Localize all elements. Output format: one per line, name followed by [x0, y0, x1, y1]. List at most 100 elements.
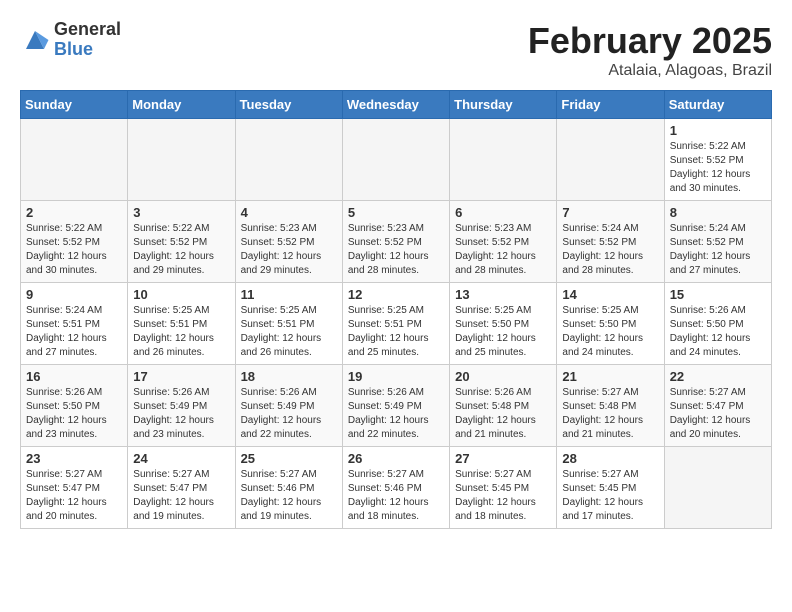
- logo-icon: [20, 25, 50, 55]
- calendar-day-cell: 22Sunrise: 5:27 AM Sunset: 5:47 PM Dayli…: [664, 365, 771, 447]
- calendar-day-cell: 23 Sunrise: 5:27 AM Sunset: 5:47 PM Dayli…: [21, 447, 128, 529]
- day-number: 20: [455, 369, 551, 384]
- calendar-week-row: 23 Sunrise: 5:27 AM Sunset: 5:47 PM Dayli…: [21, 447, 772, 529]
- day-number: 8: [670, 205, 766, 220]
- calendar-day-cell: 27Sunrise: 5:27 AM Sunset: 5:45 PM Dayli…: [450, 447, 557, 529]
- day-number: 9: [26, 287, 122, 302]
- month-title: February 2025: [528, 20, 772, 62]
- day-info: Sunrise: 5:25 AM Sunset: 5:51 PM Dayligh…: [133, 304, 229, 360]
- day-number: 21: [562, 369, 658, 384]
- day-info: Sunrise: 5:27 AM Sunset: 5:45 PM Dayligh…: [455, 468, 551, 524]
- day-info: Sunrise: 5:26 AM Sunset: 5:48 PM Dayligh…: [455, 386, 551, 442]
- weekday-header-row: SundayMondayTuesdayWednesdayThursdayFrid…: [21, 91, 772, 119]
- day-info: Sunrise: 5:27 AM Sunset: 5:46 PM Dayligh…: [348, 468, 444, 524]
- logo: General Blue: [20, 20, 121, 60]
- logo-text: General Blue: [54, 20, 121, 60]
- weekday-header: Friday: [557, 91, 664, 119]
- day-info: Sunrise: 5:27 AM Sunset: 5:48 PM Dayligh…: [562, 386, 658, 442]
- calendar-day-cell: 1 Sunrise: 5:22 AM Sunset: 5:52 PM Daylig…: [664, 119, 771, 201]
- calendar-day-cell: 16 Sunrise: 5:26 AM Sunset: 5:50 PM Dayli…: [21, 365, 128, 447]
- calendar-day-cell: 8 Sunrise: 5:24 AM Sunset: 5:52 PM Daylig…: [664, 201, 771, 283]
- calendar-day-cell: [664, 447, 771, 529]
- day-info: Sunrise: 5:24 AM Sunset: 5:52 PM Dayligh…: [670, 222, 766, 278]
- weekday-header: Sunday: [21, 91, 128, 119]
- day-info: Sunrise: 5:25 AM Sunset: 5:51 PM Dayligh…: [348, 304, 444, 360]
- day-info: Sunrise: 5:24 AM Sunset: 5:52 PM Dayligh…: [562, 222, 658, 278]
- day-number: 4: [241, 205, 337, 220]
- day-info: Sunrise: 5:24 AM Sunset: 5:51 PM Dayligh…: [26, 304, 122, 360]
- location: Atalaia, Alagoas, Brazil: [528, 62, 772, 80]
- calendar-day-cell: 20 Sunrise: 5:26 AM Sunset: 5:48 PM Dayli…: [450, 365, 557, 447]
- day-info: Sunrise: 5:26 AM Sunset: 5:49 PM Dayligh…: [133, 386, 229, 442]
- day-number: 12: [348, 287, 444, 302]
- calendar-day-cell: 4 Sunrise: 5:23 AM Sunset: 5:52 PM Daylig…: [235, 201, 342, 283]
- day-info: Sunrise: 5:22 AM Sunset: 5:52 PM Dayligh…: [670, 140, 766, 196]
- page-header: General Blue February 2025 Atalaia, Alag…: [20, 20, 772, 80]
- day-number: 1: [670, 123, 766, 138]
- day-number: 11: [241, 287, 337, 302]
- day-info: Sunrise: 5:23 AM Sunset: 5:52 PM Dayligh…: [348, 222, 444, 278]
- calendar-day-cell: [128, 119, 235, 201]
- day-number: 7: [562, 205, 658, 220]
- day-info: Sunrise: 5:26 AM Sunset: 5:49 PM Dayligh…: [241, 386, 337, 442]
- calendar-day-cell: 24Sunrise: 5:27 AM Sunset: 5:47 PM Dayli…: [128, 447, 235, 529]
- day-number: 18: [241, 369, 337, 384]
- day-number: 5: [348, 205, 444, 220]
- calendar-day-cell: 17 Sunrise: 5:26 AM Sunset: 5:49 PM Dayli…: [128, 365, 235, 447]
- day-info: Sunrise: 5:23 AM Sunset: 5:52 PM Dayligh…: [455, 222, 551, 278]
- calendar-day-cell: [235, 119, 342, 201]
- calendar-day-cell: 9 Sunrise: 5:24 AM Sunset: 5:51 PM Daylig…: [21, 283, 128, 365]
- calendar-day-cell: [557, 119, 664, 201]
- day-number: 24: [133, 451, 229, 466]
- calendar-week-row: 1 Sunrise: 5:22 AM Sunset: 5:52 PM Daylig…: [21, 119, 772, 201]
- calendar-day-cell: 2 Sunrise: 5:22 AM Sunset: 5:52 PM Daylig…: [21, 201, 128, 283]
- logo-general: General: [54, 20, 121, 40]
- day-info: Sunrise: 5:22 AM Sunset: 5:52 PM Dayligh…: [26, 222, 122, 278]
- day-info: Sunrise: 5:23 AM Sunset: 5:52 PM Dayligh…: [241, 222, 337, 278]
- calendar-day-cell: 13Sunrise: 5:25 AM Sunset: 5:50 PM Dayli…: [450, 283, 557, 365]
- calendar-day-cell: 21 Sunrise: 5:27 AM Sunset: 5:48 PM Dayli…: [557, 365, 664, 447]
- calendar-day-cell: 12 Sunrise: 5:25 AM Sunset: 5:51 PM Dayli…: [342, 283, 449, 365]
- day-info: Sunrise: 5:26 AM Sunset: 5:49 PM Dayligh…: [348, 386, 444, 442]
- day-info: Sunrise: 5:27 AM Sunset: 5:47 PM Dayligh…: [26, 468, 122, 524]
- weekday-header: Wednesday: [342, 91, 449, 119]
- calendar-day-cell: [450, 119, 557, 201]
- day-info: Sunrise: 5:26 AM Sunset: 5:50 PM Dayligh…: [26, 386, 122, 442]
- day-number: 26: [348, 451, 444, 466]
- title-block: February 2025 Atalaia, Alagoas, Brazil: [528, 20, 772, 80]
- calendar-day-cell: 19 Sunrise: 5:26 AM Sunset: 5:49 PM Dayli…: [342, 365, 449, 447]
- calendar-day-cell: [342, 119, 449, 201]
- day-info: Sunrise: 5:27 AM Sunset: 5:47 PM Dayligh…: [670, 386, 766, 442]
- logo-blue: Blue: [54, 40, 121, 60]
- day-number: 6: [455, 205, 551, 220]
- day-number: 16: [26, 369, 122, 384]
- day-info: Sunrise: 5:26 AM Sunset: 5:50 PM Dayligh…: [670, 304, 766, 360]
- weekday-header: Tuesday: [235, 91, 342, 119]
- weekday-header: Saturday: [664, 91, 771, 119]
- weekday-header: Monday: [128, 91, 235, 119]
- calendar-week-row: 2 Sunrise: 5:22 AM Sunset: 5:52 PM Daylig…: [21, 201, 772, 283]
- calendar-week-row: 9 Sunrise: 5:24 AM Sunset: 5:51 PM Daylig…: [21, 283, 772, 365]
- day-number: 10: [133, 287, 229, 302]
- day-number: 2: [26, 205, 122, 220]
- day-number: 14: [562, 287, 658, 302]
- calendar-day-cell: 6 Sunrise: 5:23 AM Sunset: 5:52 PM Daylig…: [450, 201, 557, 283]
- day-info: Sunrise: 5:27 AM Sunset: 5:45 PM Dayligh…: [562, 468, 658, 524]
- day-number: 28: [562, 451, 658, 466]
- day-number: 25: [241, 451, 337, 466]
- calendar-table: SundayMondayTuesdayWednesdayThursdayFrid…: [20, 90, 772, 529]
- day-number: 23: [26, 451, 122, 466]
- day-info: Sunrise: 5:25 AM Sunset: 5:51 PM Dayligh…: [241, 304, 337, 360]
- calendar-day-cell: 15 Sunrise: 5:26 AM Sunset: 5:50 PM Dayli…: [664, 283, 771, 365]
- calendar-day-cell: 26 Sunrise: 5:27 AM Sunset: 5:46 PM Dayli…: [342, 447, 449, 529]
- day-number: 15: [670, 287, 766, 302]
- calendar-week-row: 16 Sunrise: 5:26 AM Sunset: 5:50 PM Dayli…: [21, 365, 772, 447]
- day-number: 19: [348, 369, 444, 384]
- day-number: 13: [455, 287, 551, 302]
- day-info: Sunrise: 5:25 AM Sunset: 5:50 PM Dayligh…: [562, 304, 658, 360]
- calendar-day-cell: 3Sunrise: 5:22 AM Sunset: 5:52 PM Daylig…: [128, 201, 235, 283]
- calendar-day-cell: 5 Sunrise: 5:23 AM Sunset: 5:52 PM Daylig…: [342, 201, 449, 283]
- calendar-day-cell: 14 Sunrise: 5:25 AM Sunset: 5:50 PM Dayli…: [557, 283, 664, 365]
- day-number: 17: [133, 369, 229, 384]
- calendar-day-cell: 11 Sunrise: 5:25 AM Sunset: 5:51 PM Dayli…: [235, 283, 342, 365]
